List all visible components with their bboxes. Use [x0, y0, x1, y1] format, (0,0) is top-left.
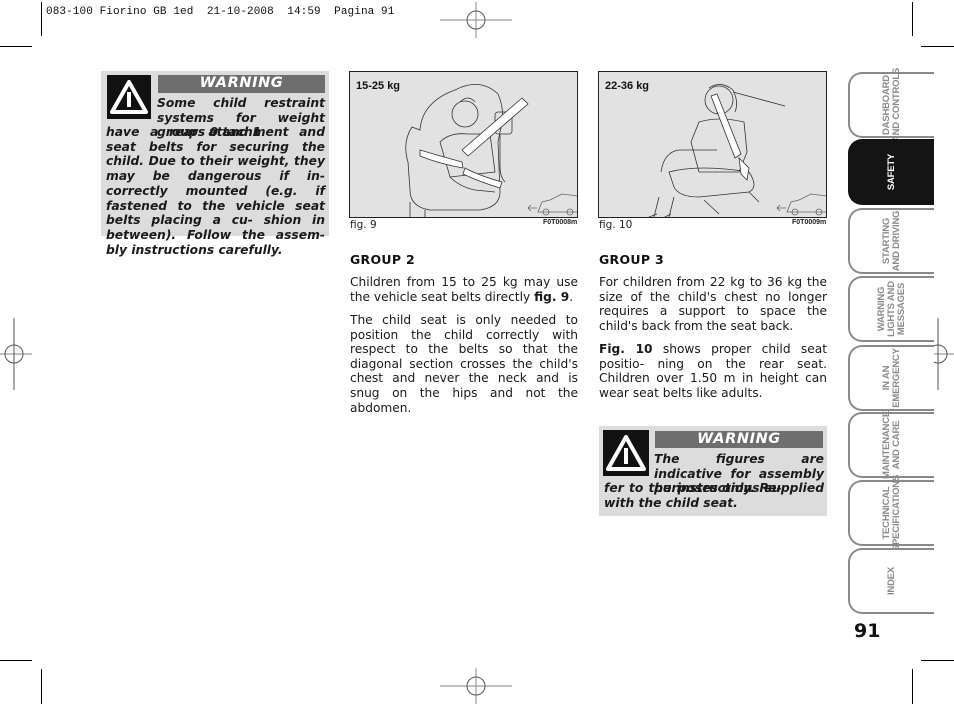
warning-title: WARNING — [158, 75, 325, 93]
figure-reference: fig. 9 — [534, 289, 570, 304]
crop-mark — [912, 2, 913, 36]
tab-label: IN AN EMERGENCY — [881, 348, 902, 408]
tab-starting-and-driving[interactable]: STARTING AND DRIVING — [848, 208, 934, 274]
warning-text: have a rear attachment and seat belts fo… — [106, 125, 325, 257]
child-booster-seat-illustration — [405, 84, 577, 217]
tab-label: STARTING AND DRIVING — [881, 210, 902, 272]
crop-mark — [921, 660, 954, 661]
car-direction-icon — [527, 193, 577, 216]
crop-mark — [0, 660, 32, 661]
tab-label: INDEX — [886, 566, 897, 596]
warning-box-2: WARNING The figures are indicative for a… — [599, 426, 827, 516]
figure-reference: Fig. 10 — [599, 342, 653, 356]
tab-label: MAINTENANCE AND CARE — [881, 411, 902, 479]
tab-label: DASHBOARD AND CONTROLS — [881, 67, 902, 143]
group-3-heading: GROUP 3 — [599, 252, 664, 267]
registration-mark-top — [440, 2, 512, 38]
car-direction-icon — [776, 193, 826, 216]
print-slug: 083-100 Fiorino GB 1ed 21-10-2008 14:59 … — [46, 6, 395, 18]
crop-mark — [41, 669, 42, 704]
registration-mark-left — [0, 318, 32, 390]
figure-9: 15-25 kg — [349, 71, 578, 218]
crop-mark — [921, 46, 954, 47]
figure-code: F0T0008m — [543, 219, 578, 226]
group-3-paragraph-2: Fig. 10 shows proper child seat positio-… — [599, 342, 827, 400]
tab-label: WARNING LIGHTS AND MESSAGES — [876, 281, 907, 337]
tab-technical-specifications[interactable]: TECHNICAL SPECIFICATIONS — [848, 475, 934, 551]
tab-index[interactable]: INDEX — [848, 548, 934, 614]
group-2-paragraph-1: Children from 15 to 25 kg may use the ve… — [350, 275, 578, 304]
tab-dashboard-and-controls[interactable]: DASHBOARD AND CONTROLS — [848, 68, 934, 142]
figure-caption: fig. 10 — [599, 219, 633, 231]
group-2-paragraph-2: The child seat is only needed to positio… — [350, 313, 578, 415]
tab-safety[interactable]: SAFETY — [848, 139, 934, 205]
figure-10: 22-36 kg — [598, 71, 827, 218]
figure-caption: fig. 9 — [350, 219, 377, 231]
punctuation: . — [569, 289, 574, 304]
warning-triangle-icon — [107, 75, 151, 119]
warning-text: fer to the instructions supplied with th… — [604, 481, 824, 510]
group-3-paragraph-1: For children from 22 kg to 36 kg the siz… — [599, 275, 827, 333]
tab-maintenance-and-care[interactable]: MAINTENANCE AND CARE — [848, 411, 934, 479]
tab-warning-lights-and-messages[interactable]: WARNING LIGHTS AND MESSAGES — [848, 276, 934, 342]
tab-label: SAFETY — [886, 153, 897, 191]
tab-in-an-emergency[interactable]: IN AN EMERGENCY — [848, 345, 934, 411]
warning-triangle-icon — [603, 430, 649, 476]
crop-mark — [912, 669, 913, 704]
registration-mark-bottom — [440, 668, 512, 704]
warning-title: WARNING — [655, 431, 823, 448]
crop-mark — [41, 2, 42, 36]
warning-box-1: WARNING Some child restraint systems for… — [101, 71, 329, 257]
crop-mark — [0, 46, 32, 47]
page-number: 91 — [854, 620, 881, 642]
group-2-heading: GROUP 2 — [350, 252, 415, 267]
child-rear-seat-illustration — [648, 84, 826, 217]
figure-code: F0T0009m — [792, 219, 827, 226]
tab-label: TECHNICAL SPECIFICATIONS — [881, 474, 902, 552]
